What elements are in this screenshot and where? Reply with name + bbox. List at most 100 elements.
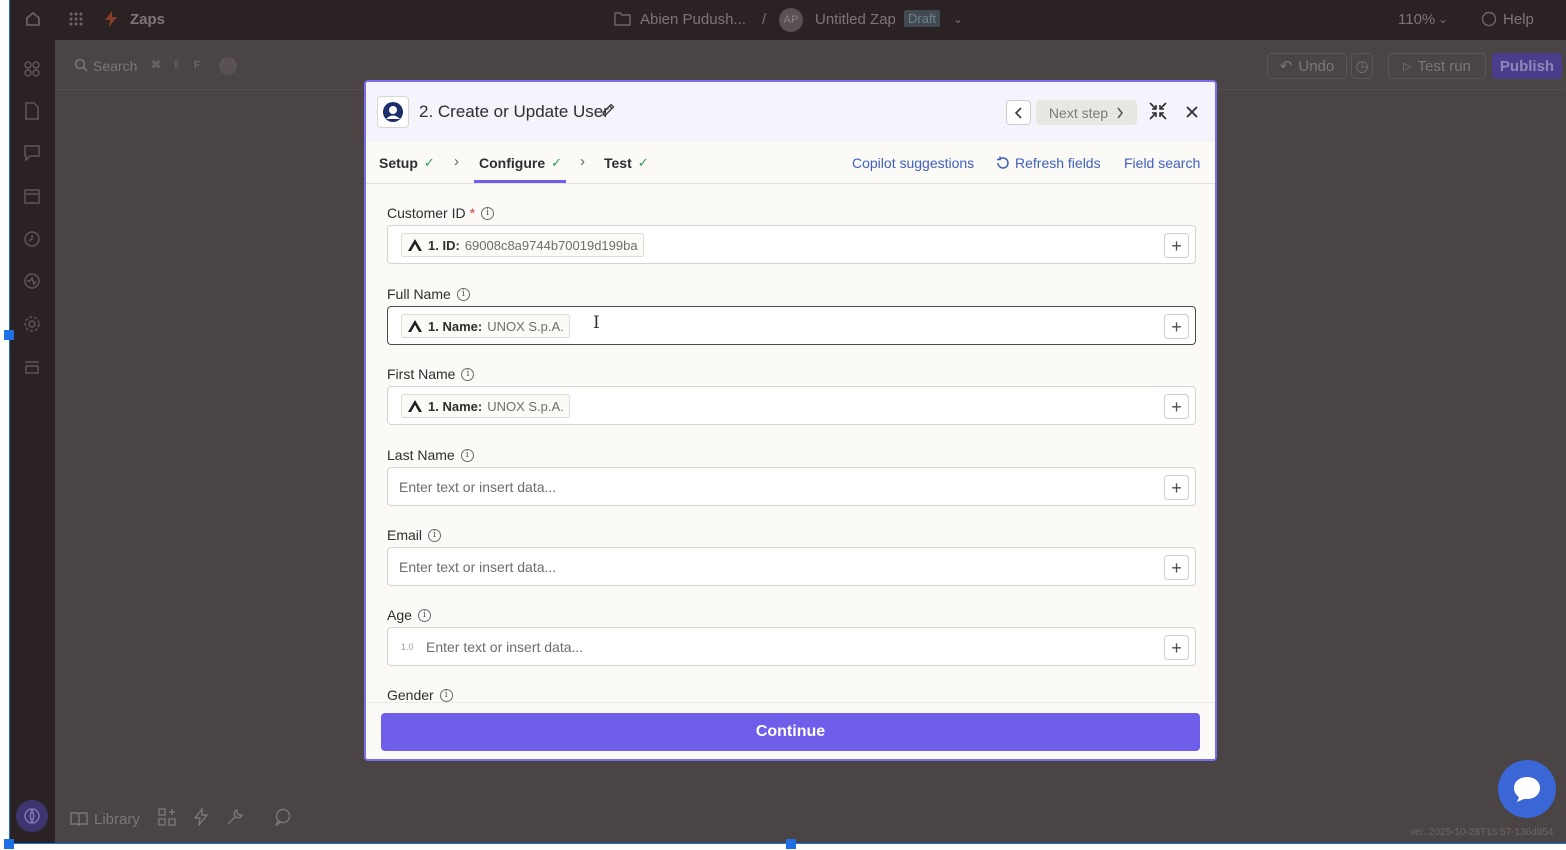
settings-gear-icon[interactable] [22, 315, 42, 335]
customer-id-field[interactable]: 1. ID: 69008c8a9744b70019d199ba + [387, 225, 1196, 264]
placeholder-text: Enter text or insert data... [399, 479, 557, 495]
age-label-text: Age [387, 607, 412, 623]
selection-handle-corner[interactable] [4, 839, 14, 849]
folder-name[interactable]: Abien Pudush... [640, 11, 746, 28]
copilot-icon[interactable] [16, 800, 48, 832]
data-pill[interactable]: 1. Name: UNOX S.p.A. [401, 314, 570, 338]
insert-data-button[interactable]: + [1164, 394, 1189, 419]
calendar-icon[interactable] [22, 187, 42, 207]
info-icon[interactable]: i [428, 528, 442, 542]
active-tab-indicator [474, 180, 566, 183]
search-icon[interactable] [74, 58, 88, 75]
number-type-icon: 1.0 [401, 642, 414, 652]
last-name-field[interactable]: Enter text or insert data... + [387, 467, 1196, 506]
product-name[interactable]: Zaps [130, 11, 165, 28]
gender-label: Gender i [387, 687, 453, 703]
comment-icon[interactable] [274, 808, 292, 830]
wrench-icon[interactable] [226, 808, 244, 830]
tab-test[interactable]: Test ✓ [604, 155, 649, 171]
home-icon[interactable] [24, 10, 42, 33]
shortcut-key-shift: ⇧ [172, 60, 181, 71]
info-icon[interactable]: i [461, 367, 475, 381]
test-run-button[interactable]: ▷ Test run [1388, 53, 1486, 79]
add-widget-icon[interactable] [158, 808, 176, 830]
info-icon[interactable]: i [481, 206, 495, 220]
tab-configure-label: Configure [479, 155, 546, 171]
continue-button[interactable]: Continue [381, 713, 1200, 751]
tab-configure[interactable]: Configure ✓ [479, 155, 562, 171]
support-chat-button[interactable] [1498, 760, 1556, 818]
chevron-down-icon[interactable]: ⌄ [953, 12, 963, 26]
zoom-level[interactable]: 110% [1398, 11, 1435, 28]
info-icon[interactable]: i [456, 287, 470, 301]
gender-label-text: Gender [387, 687, 434, 703]
left-rail [10, 40, 55, 844]
selection-handle-bottom[interactable] [786, 839, 796, 849]
customer-id-label: Customer ID * i [387, 205, 495, 221]
book-icon [70, 812, 88, 827]
folder-icon [614, 11, 631, 31]
publish-button[interactable]: Publish [1492, 53, 1562, 79]
copilot-suggestions-link[interactable]: Copilot suggestions [852, 155, 974, 171]
chevron-left-icon [1014, 106, 1022, 119]
info-icon[interactable]: i [417, 608, 431, 622]
insert-data-button[interactable]: + [1164, 635, 1189, 660]
email-field[interactable]: Enter text or insert data... + [387, 547, 1196, 586]
info-icon[interactable]: i [460, 448, 474, 462]
first-name-label-text: First Name [387, 366, 456, 382]
step-config-modal: 2. Create or Update User Next step Setup… [364, 80, 1217, 761]
tab-setup[interactable]: Setup ✓ [379, 155, 435, 171]
pill-key: 1. Name: [428, 318, 483, 334]
zoom-chevron-icon[interactable]: ⌄ [1438, 12, 1448, 26]
apps-icon[interactable] [22, 60, 42, 80]
undo-button[interactable]: ↶ Undo [1267, 53, 1347, 79]
next-step-button[interactable]: Next step [1036, 100, 1137, 125]
undo-label: Undo [1298, 57, 1335, 75]
placeholder-text: Enter text or insert data... [399, 559, 557, 575]
help-icon[interactable] [1481, 11, 1497, 32]
selection-handle-left[interactable] [4, 330, 14, 340]
insert-data-button[interactable]: + [1164, 475, 1189, 500]
library-button[interactable]: Library [70, 811, 140, 828]
full-name-field[interactable]: 1. Name: UNOX S.p.A. I + [387, 306, 1196, 345]
first-name-field[interactable]: 1. Name: UNOX S.p.A. + [387, 386, 1196, 425]
avatar[interactable]: AP [779, 8, 803, 32]
activity-icon[interactable] [22, 272, 42, 292]
toggle-dot-icon[interactable] [219, 57, 237, 75]
insert-data-button[interactable]: + [1164, 233, 1189, 258]
history-button[interactable]: ◷ [1351, 53, 1373, 79]
first-name-label: First Name i [387, 366, 475, 382]
history-icon[interactable] [22, 230, 42, 250]
apps-grid-icon[interactable] [68, 11, 84, 32]
refresh-fields-link[interactable]: Refresh fields [996, 155, 1101, 171]
age-field[interactable]: 1.0 Enter text or insert data... + [387, 627, 1196, 666]
bottom-toolbar: Library [70, 800, 292, 838]
customer-id-label-text: Customer ID [387, 205, 466, 221]
close-modal-icon[interactable] [1186, 102, 1198, 122]
insert-data-button[interactable]: + [1164, 555, 1189, 580]
search-label[interactable]: Search [93, 58, 137, 74]
full-name-label: Full Name i [387, 286, 470, 302]
top-bar: Zaps Abien Pudush... / AP Untitled Zap D… [10, 0, 1566, 40]
shortcut-key-cmd: ⌘ [151, 60, 161, 71]
version-text: ver. 2025-10-28T15:57-136d954 [1410, 827, 1554, 838]
archive-icon[interactable] [22, 357, 42, 377]
file-icon[interactable] [22, 102, 42, 122]
help-label[interactable]: Help [1503, 11, 1534, 28]
zap-name[interactable]: Untitled Zap [815, 11, 896, 28]
collapse-modal-icon[interactable] [1149, 102, 1167, 123]
clock-icon: ◷ [1355, 58, 1369, 75]
check-icon: ✓ [551, 155, 563, 170]
previous-step-button[interactable] [1006, 100, 1031, 125]
modal-footer: Continue [366, 702, 1215, 759]
info-icon[interactable]: i [439, 688, 453, 702]
bolt-icon[interactable] [193, 806, 209, 830]
data-pill[interactable]: 1. ID: 69008c8a9744b70019d199ba [401, 233, 644, 257]
chat-icon[interactable] [22, 144, 42, 164]
edit-title-pencil-icon[interactable] [601, 103, 615, 120]
pill-value: 69008c8a9744b70019d199ba [464, 237, 638, 253]
insert-data-button[interactable]: + [1164, 314, 1189, 339]
text-cursor-icon: I [593, 313, 600, 333]
field-search-link[interactable]: Field search [1124, 155, 1200, 171]
data-pill[interactable]: 1. Name: UNOX S.p.A. [401, 394, 570, 418]
